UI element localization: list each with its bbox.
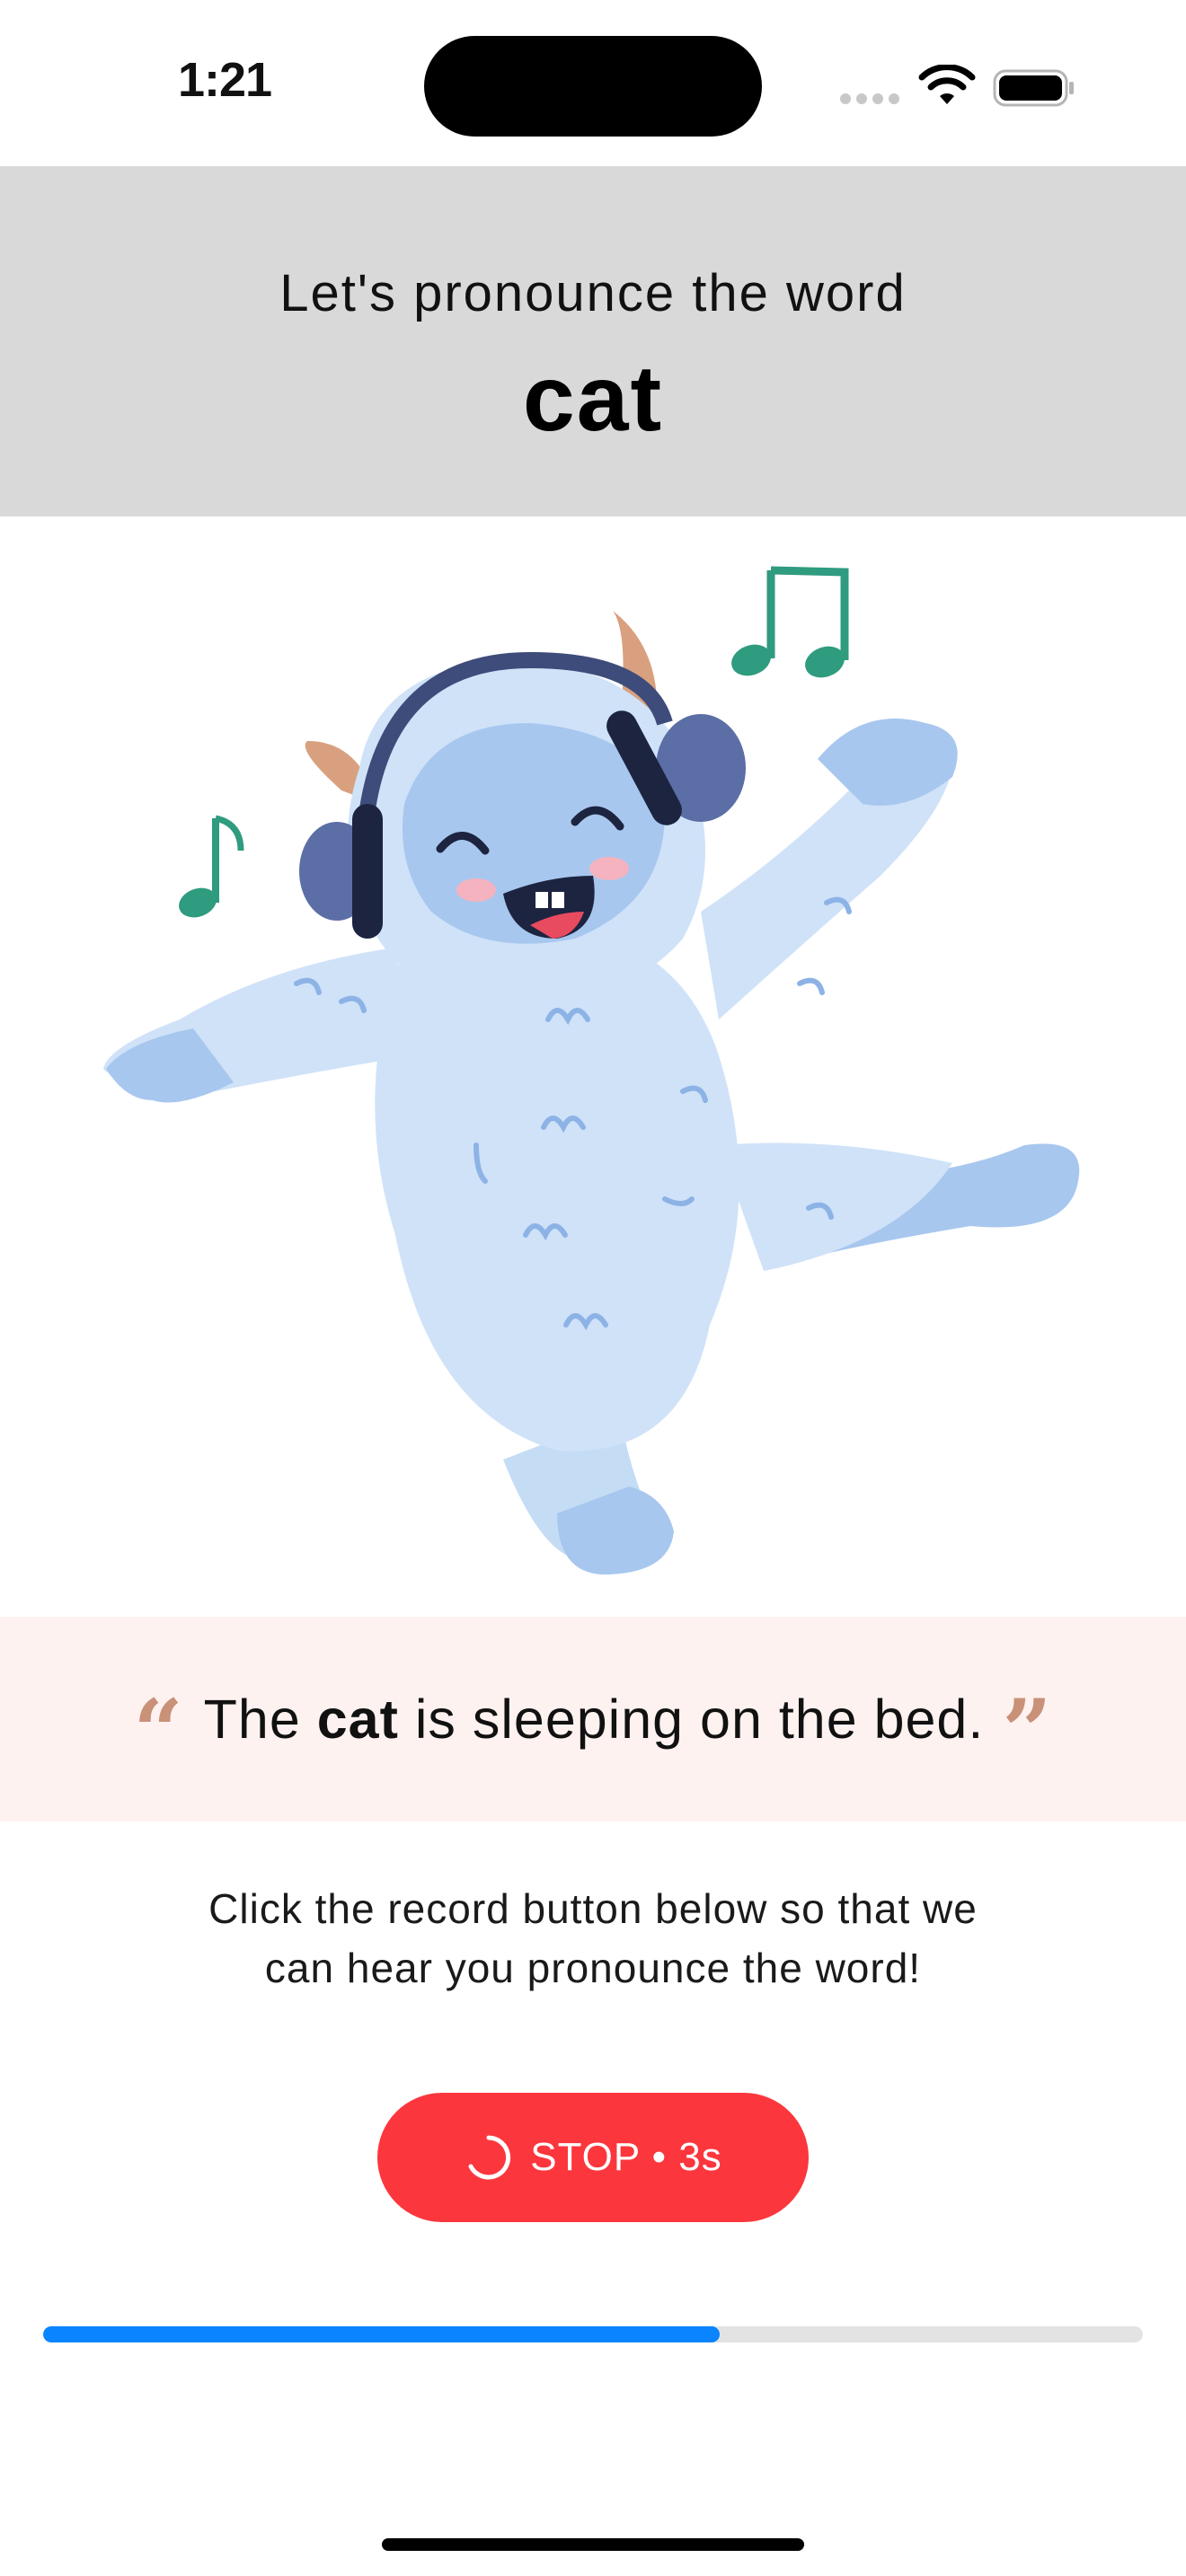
music-note-icon [179,815,244,918]
sentence-before: The [203,1689,317,1750]
status-bar: 1:21 [0,0,1186,166]
sentence-after: is sleeping on the bed. [398,1689,985,1750]
battery-icon [993,69,1074,107]
instruction-line-2: can hear you pronounce the word! [264,1945,922,1991]
target-word: cat [522,347,664,451]
loading-spinner-icon [468,2135,511,2180]
recording-progress-fill [43,2326,720,2342]
yeti-illustration [0,516,1186,1617]
header-subtitle: Let's pronounce the word [279,264,907,322]
stop-recording-button[interactable]: STOP • 3s [377,2093,809,2222]
recording-progress-bar [43,2326,1143,2342]
close-quote-icon: ” [1002,1681,1053,1782]
example-sentence-banner: “ The cat is sleeping on the bed. ” [0,1617,1186,1822]
instruction-line-1: Click the record button below so that we [208,1885,978,1932]
stop-button-label: STOP • 3s [530,2135,722,2179]
home-indicator[interactable] [382,2538,804,2551]
example-sentence: “ The cat is sleeping on the bed. ” [0,1617,1186,1822]
sentence-highlight-word: cat [316,1689,399,1750]
double-music-note-icon [731,566,849,678]
wifi-icon [918,65,976,104]
open-quote-icon: “ [133,1681,184,1782]
instruction-text: Click the record button below so that we… [117,1879,1069,1998]
word-header: Let's pronounce the word cat [0,166,1186,516]
cellular-signal-icon [840,93,899,104]
app-screen: 1:21 Let's pronounce the word cat “ The … [0,0,1186,2576]
status-time: 1:21 [177,53,272,107]
dynamic-island [424,36,762,137]
yeti-character-image [103,566,1080,1575]
